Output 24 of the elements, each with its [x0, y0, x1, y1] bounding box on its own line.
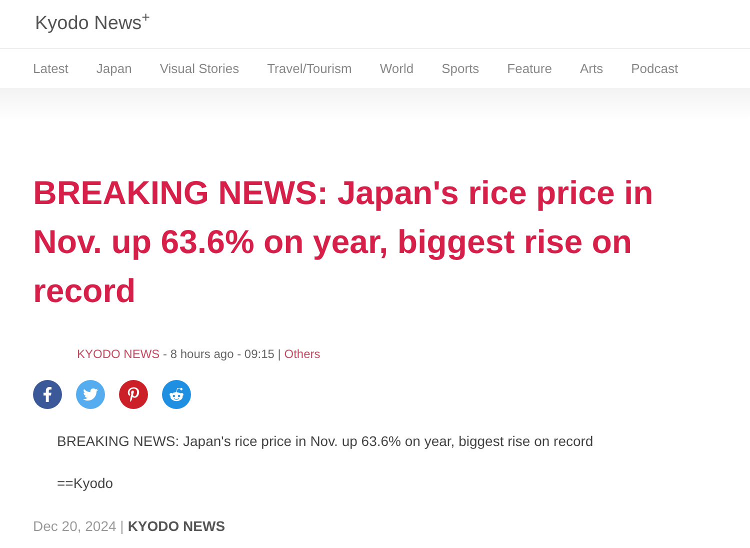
nav-link[interactable]: World: [380, 58, 414, 78]
nav-link[interactable]: Podcast: [631, 58, 678, 78]
p-letter-icon: [126, 387, 141, 402]
pinterest-share-button[interactable]: [119, 380, 148, 409]
nav-link[interactable]: Latest: [33, 58, 68, 78]
facebook-share-button[interactable]: [33, 380, 62, 409]
alien-icon: [169, 387, 184, 402]
nav-link[interactable]: Arts: [580, 58, 604, 78]
byline: KYODO NEWS - 8 hours ago - 09:15 | Others: [77, 346, 322, 363]
nav-link[interactable]: Travel/Tourism: [267, 58, 352, 78]
site-logo[interactable]: Kyodo News$^{+}$: [35, 10, 150, 38]
nav-link[interactable]: Japan: [96, 58, 132, 78]
author-link[interactable]: KYODO NEWS: [77, 347, 160, 361]
nav-link[interactable]: Feature: [507, 58, 552, 78]
article-paragraph: ==Kyodo: [57, 475, 114, 492]
category-link[interactable]: Others: [284, 347, 320, 361]
headline: BREAKING NEWS: Japan's rice price in Nov. up 63.6% on year, biggest rise on record: [33, 173, 654, 311]
article-paragraph: BREAKING NEWS: Japan's rice price in Nov. up 63.6% on year, biggest rise on record: [57, 433, 594, 450]
article-source: KYODO NEWS: [128, 517, 226, 536]
article-date: Dec 20, 2024 |: [33, 517, 124, 536]
nav-link[interactable]: Sports: [442, 58, 480, 78]
reddit-share-button[interactable]: [162, 380, 191, 409]
bird-icon: [83, 387, 98, 402]
nav-link[interactable]: Visual Stories: [160, 58, 240, 78]
